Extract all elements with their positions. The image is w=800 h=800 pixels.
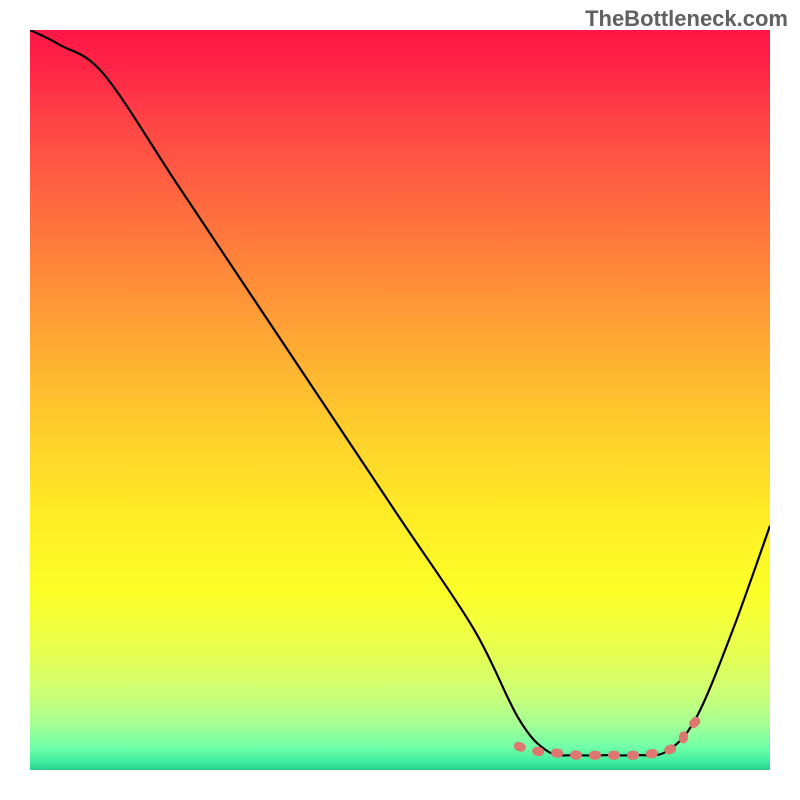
plot-area bbox=[30, 30, 770, 770]
bottleneck-curve-line bbox=[30, 30, 770, 755]
chart-svg bbox=[30, 30, 770, 770]
watermark-text: TheBottleneck.com bbox=[585, 6, 788, 32]
